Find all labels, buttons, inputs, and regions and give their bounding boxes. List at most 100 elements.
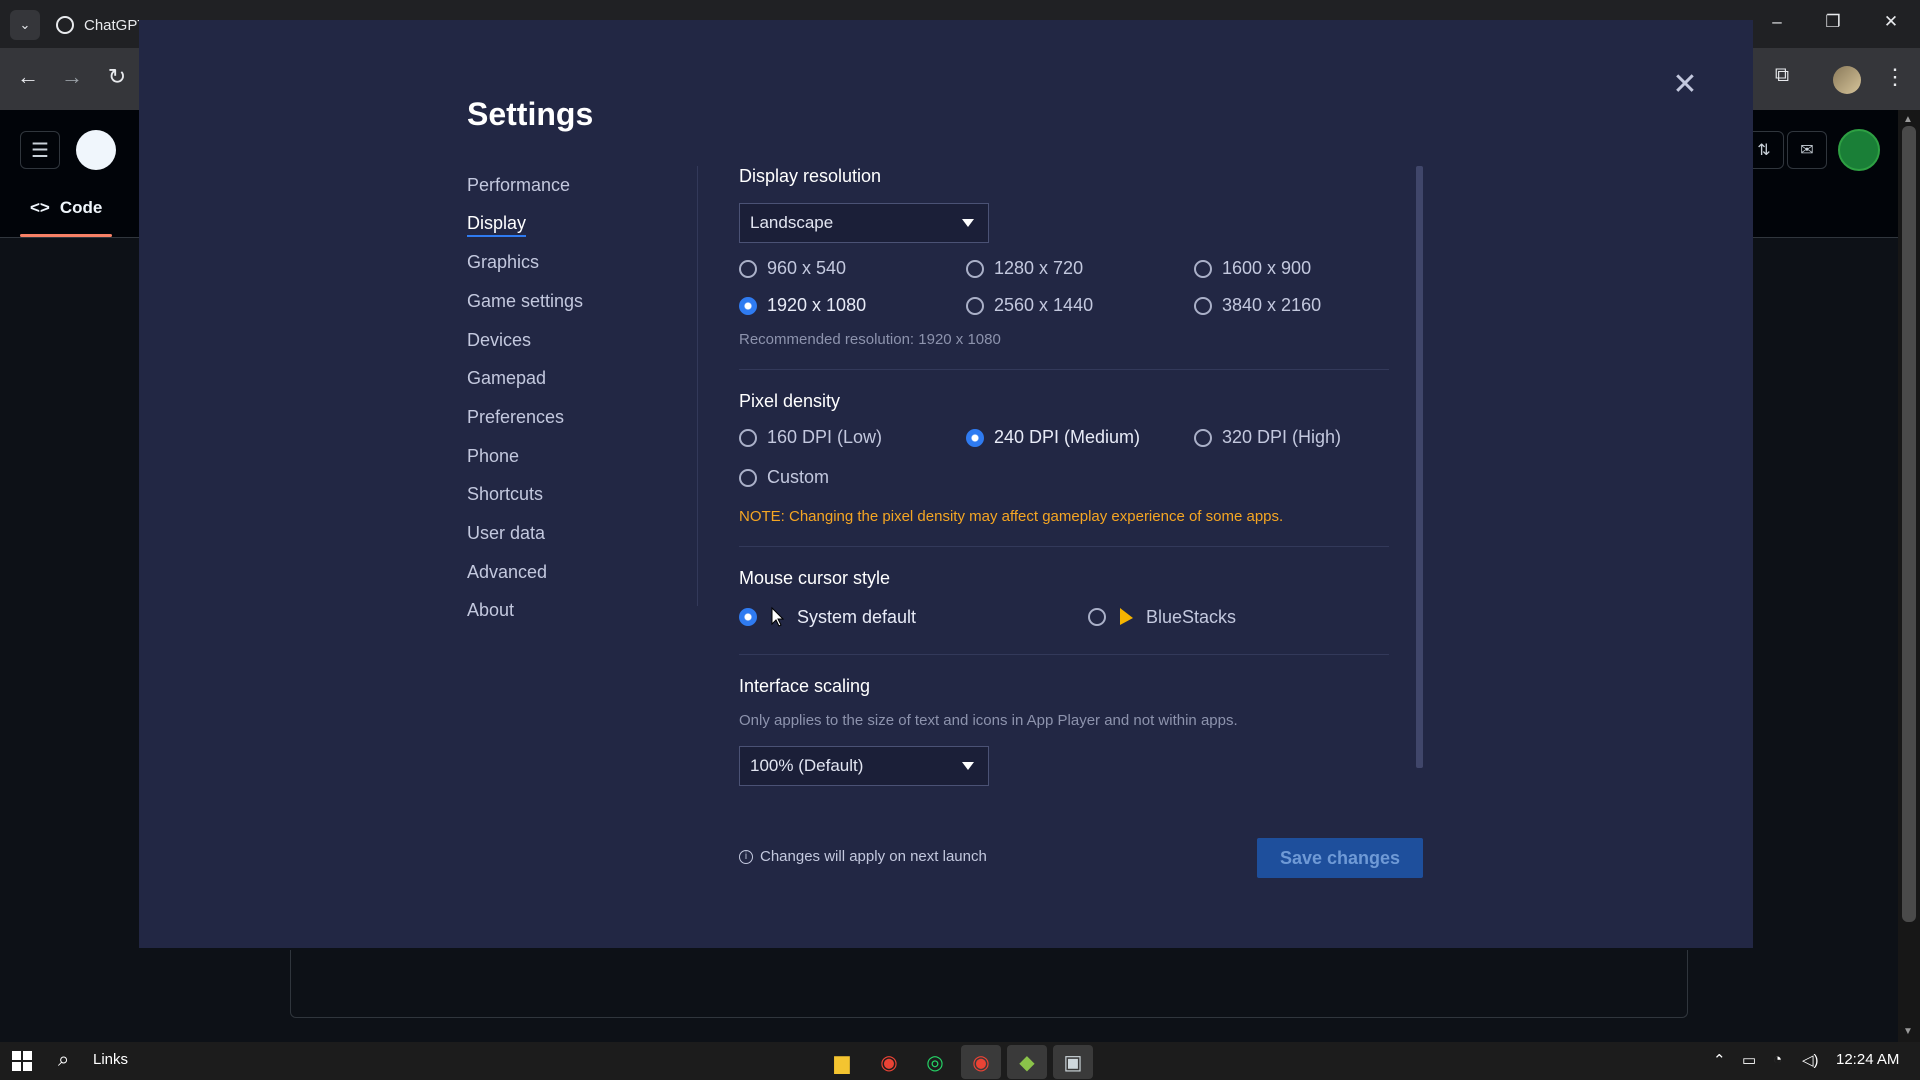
comment-textarea[interactable]	[290, 950, 1688, 1018]
resolution-option-960[interactable]: 960 x 540	[739, 258, 846, 279]
chevron-down-icon	[962, 762, 974, 770]
chrome-icon[interactable]: ◉	[869, 1045, 909, 1079]
reload-icon[interactable]: ↻	[102, 64, 132, 90]
tab-code-underline	[20, 234, 112, 237]
nav-item-game-settings[interactable]: Game settings	[467, 291, 583, 312]
windows-taskbar	[0, 1042, 1920, 1080]
minimize-icon[interactable]: –	[1762, 12, 1792, 32]
scaling-select[interactable]: 100% (Default)	[739, 746, 989, 786]
pixel-density-note: NOTE: Changing the pixel density may aff…	[739, 508, 1284, 525]
windows-start-icon[interactable]	[12, 1051, 32, 1071]
radio-label: 960 x 540	[767, 258, 847, 278]
nav-item-user-data[interactable]: User data	[467, 523, 545, 544]
radio-label: 1920 x 1080	[767, 295, 867, 315]
battery-icon[interactable]: ▭	[1742, 1051, 1756, 1069]
nav-item-shortcuts[interactable]: Shortcuts	[467, 484, 543, 505]
dpi-option-custom[interactable]: Custom	[739, 467, 829, 488]
resolution-option-3840[interactable]: 3840 x 2160	[1194, 295, 1321, 316]
dpi-option-320[interactable]: 320 DPI (High)	[1194, 427, 1341, 448]
nav-item-phone[interactable]: Phone	[467, 446, 519, 467]
taskbar-search-label[interactable]: Links	[93, 1051, 128, 1068]
save-changes-button[interactable]: Save changes	[1257, 838, 1423, 878]
nav-item-preferences[interactable]: Preferences	[467, 407, 564, 428]
bluestacks-cursor-icon	[1120, 608, 1133, 625]
taskbar-clock[interactable]: 12:24 AM	[1836, 1051, 1899, 1068]
nav-item-gamepad[interactable]: Gamepad	[467, 368, 546, 389]
cursor-option-system-default[interactable]: System default	[739, 606, 916, 628]
window-close-icon[interactable]: ✕	[1876, 12, 1906, 32]
github-logo-icon[interactable]	[76, 130, 116, 170]
radio-selected-icon	[739, 608, 757, 626]
footer-info-text: Changes will apply on next launch	[760, 848, 987, 865]
mouse-cursor-title: Mouse cursor style	[739, 568, 891, 588]
volume-icon[interactable]: ◁)	[1802, 1051, 1819, 1069]
nav-item-advanced[interactable]: Advanced	[467, 562, 547, 583]
tab-code-label: Code	[59, 198, 103, 217]
extensions-icon[interactable]: ⧉	[1767, 64, 1797, 87]
resolution-option-1600[interactable]: 1600 x 900	[1194, 258, 1311, 279]
profile-avatar[interactable]	[1833, 66, 1861, 94]
radio-icon	[1088, 608, 1106, 626]
recommended-resolution: Recommended resolution: 1920 x 1080	[739, 331, 1001, 348]
interface-scaling-description: Only applies to the size of text and ico…	[739, 712, 1238, 729]
resolution-option-1920[interactable]: 1920 x 1080	[739, 295, 866, 316]
file-explorer-icon[interactable]: ▆	[822, 1045, 862, 1079]
radio-icon	[739, 468, 757, 487]
scrollbar-thumb[interactable]	[1902, 126, 1916, 922]
nav-item-devices[interactable]: Devices	[467, 330, 531, 351]
radio-selected-icon	[739, 296, 757, 315]
tray-chevron-up-icon[interactable]: ⌃	[1713, 1051, 1726, 1069]
chrome-active-icon[interactable]: ◉	[961, 1045, 1001, 1079]
code-icon: <>	[30, 198, 50, 217]
resolution-option-2560[interactable]: 2560 x 1440	[966, 295, 1093, 316]
radio-label: 320 DPI (High)	[1222, 427, 1342, 447]
radio-label: 240 DPI (Medium)	[994, 427, 1141, 447]
nav-item-about[interactable]: About	[467, 600, 514, 621]
nav-item-display[interactable]: Display	[467, 213, 527, 237]
bluestacks-icon[interactable]: ◆	[1007, 1045, 1047, 1079]
system-cursor-icon	[771, 606, 785, 627]
page-scrollbar[interactable]	[1898, 110, 1920, 1042]
settings-scrollbar[interactable]	[1416, 166, 1423, 768]
radio-icon	[966, 259, 984, 278]
chevron-down-icon	[962, 219, 974, 227]
forward-arrow-icon[interactable]: →	[57, 64, 87, 90]
restore-icon[interactable]: ❐	[1818, 12, 1848, 32]
screen-app-icon[interactable]: ▣	[1053, 1045, 1093, 1079]
radio-label: BlueStacks	[1146, 606, 1237, 627]
section-divider	[739, 369, 1389, 370]
hamburger-menu-icon[interactable]: ☰	[20, 131, 60, 169]
radio-selected-icon	[966, 428, 984, 447]
radio-icon	[1194, 428, 1212, 447]
scroll-up-icon[interactable]: ▲	[1903, 114, 1913, 125]
dpi-option-240[interactable]: 240 DPI (Medium)	[966, 427, 1140, 448]
radio-label: System default	[797, 606, 917, 627]
page-title: Settings	[467, 96, 594, 132]
search-icon[interactable]: ⌕	[58, 1049, 69, 1072]
info-icon: i	[739, 849, 753, 864]
interface-scaling-title: Interface scaling	[739, 676, 871, 696]
scroll-down-icon[interactable]: ▼	[1903, 1026, 1913, 1037]
nav-item-performance[interactable]: Performance	[467, 175, 570, 196]
radio-label: 2560 x 1440	[994, 295, 1094, 315]
user-avatar[interactable]	[1838, 129, 1880, 171]
cursor-option-bluestacks[interactable]: BlueStacks	[1088, 606, 1236, 628]
chatgpt-icon	[56, 16, 74, 34]
whatsapp-icon[interactable]: ◎	[915, 1045, 955, 1079]
display-settings-panel: Display resolution Landscape 960 x 540 1…	[739, 166, 1389, 804]
inbox-icon[interactable]: ✉	[1787, 131, 1827, 169]
browser-tab[interactable]: ChatGPT	[56, 8, 147, 42]
radio-icon	[1194, 259, 1212, 278]
radio-label: 3840 x 2160	[1222, 295, 1322, 315]
tab-search-chevron-icon[interactable]: ⌄	[10, 10, 40, 40]
browser-menu-icon[interactable]: ⋮	[1880, 64, 1910, 90]
dpi-option-160[interactable]: 160 DPI (Low)	[739, 427, 882, 448]
close-icon[interactable]: ✕	[1670, 70, 1700, 100]
resolution-option-1280[interactable]: 1280 x 720	[966, 258, 1083, 279]
orientation-select[interactable]: Landscape	[739, 203, 989, 243]
wifi-icon[interactable]: ◔	[1773, 1051, 1782, 1068]
browser-tab-title: ChatGPT	[84, 16, 147, 34]
nav-item-graphics[interactable]: Graphics	[467, 252, 539, 273]
tab-code[interactable]: <> Code	[30, 198, 102, 218]
back-arrow-icon[interactable]: ←	[13, 64, 43, 90]
